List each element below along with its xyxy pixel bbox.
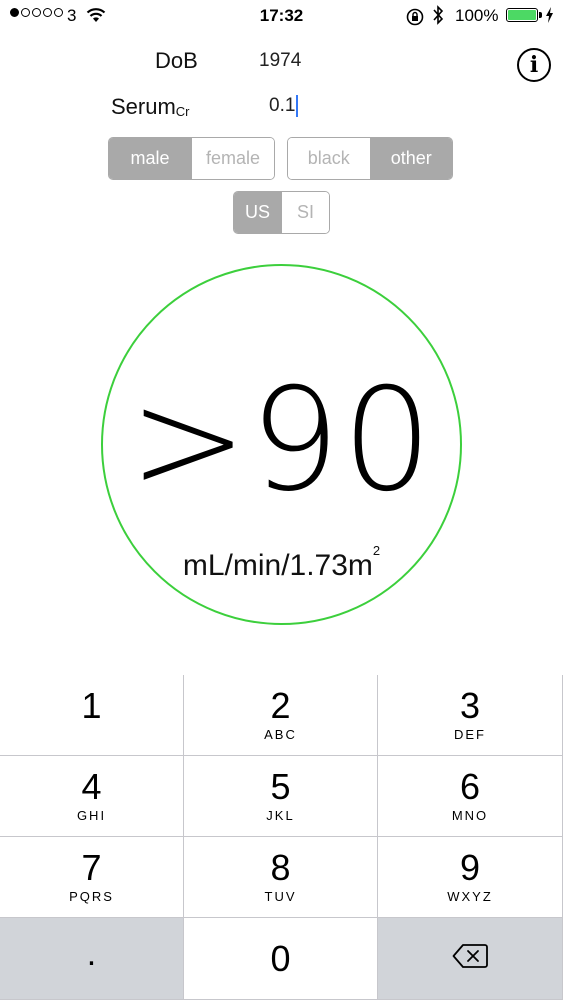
key-letters: MNO [451,808,489,823]
key-digit: . [86,934,97,973]
key-5[interactable]: 5 JKL [184,756,378,837]
sex-option-male[interactable]: male [109,138,191,179]
egfr-value: >90 [128,358,435,523]
sex-segmented-control: male female [108,137,275,180]
key-1[interactable]: 1 [0,675,184,756]
charging-icon [545,7,554,28]
key-letters: TUV [264,889,297,904]
units-segmented-control: US SI [233,191,330,234]
units-option-us[interactable]: US [234,192,281,233]
serum-creatinine-field[interactable]: 0.1 [269,95,298,117]
key-digit: 5 [270,766,291,807]
key-digit: 9 [459,847,481,888]
race-option-black[interactable]: black [288,138,370,179]
egfr-unit-superscript: 2 [372,543,381,558]
serum-label-subscript: Cr [175,104,190,119]
key-digit: 7 [81,847,102,888]
rotation-lock-icon [406,8,424,31]
egfr-result-circle: >90 mL/min/1.73m2 [101,264,462,625]
key-letters: JKL [266,808,295,823]
key-digit: 0 [270,937,291,979]
key-letters: GHI [76,808,107,823]
egfr-unit-text: mL/min/1.73m [182,549,373,582]
key-letters: WXYZ [447,889,493,904]
key-digit: 6 [459,766,481,807]
serum-creatinine-label: SerumCr [111,94,190,120]
key-letters: ABC [264,727,297,742]
key-9[interactable]: 9 WXYZ [378,837,563,918]
key-8[interactable]: 8 TUV [184,837,378,918]
key-digit: 4 [81,766,102,807]
key-decimal[interactable]: . [0,918,184,1000]
info-icon: i [529,52,539,78]
dob-field[interactable]: 1974 [259,50,301,72]
sex-option-female[interactable]: female [191,138,274,179]
key-delete[interactable] [378,918,563,1000]
battery-icon [506,8,542,22]
key-3[interactable]: 3 DEF [378,675,563,756]
bluetooth-icon [432,5,444,30]
battery-percent: 100% [455,6,499,25]
dob-label: DoB [155,48,198,73]
key-digit: 3 [459,685,481,726]
info-button[interactable]: i [517,48,551,82]
text-cursor [296,95,298,117]
key-0[interactable]: 0 [184,918,378,1000]
delete-backspace-icon [452,943,488,974]
key-4[interactable]: 4 GHI [0,756,184,837]
key-digit: 2 [270,685,291,726]
key-digit: 1 [81,685,102,726]
serum-label-text: Serum [111,94,176,119]
status-bar: 3 17:32 100% [0,0,563,32]
egfr-unit: mL/min/1.73m2 [103,543,460,583]
units-option-si[interactable]: SI [281,192,329,233]
key-6[interactable]: 6 MNO [378,756,563,837]
race-option-other[interactable]: other [369,138,452,179]
serum-value-text: 0.1 [269,95,296,117]
key-letters: PQRS [69,889,114,904]
key-7[interactable]: 7 PQRS [0,837,184,918]
key-letters: DEF [454,727,486,742]
key-2[interactable]: 2 ABC [184,675,378,756]
numeric-keypad: 1 2 ABC 3 DEF 4 GHI 5 JKL 6 MNO 7 PQRS 8 TUV 9W… [0,675,563,1000]
key-digit: 8 [270,847,291,888]
race-segmented-control: black other [287,137,453,180]
